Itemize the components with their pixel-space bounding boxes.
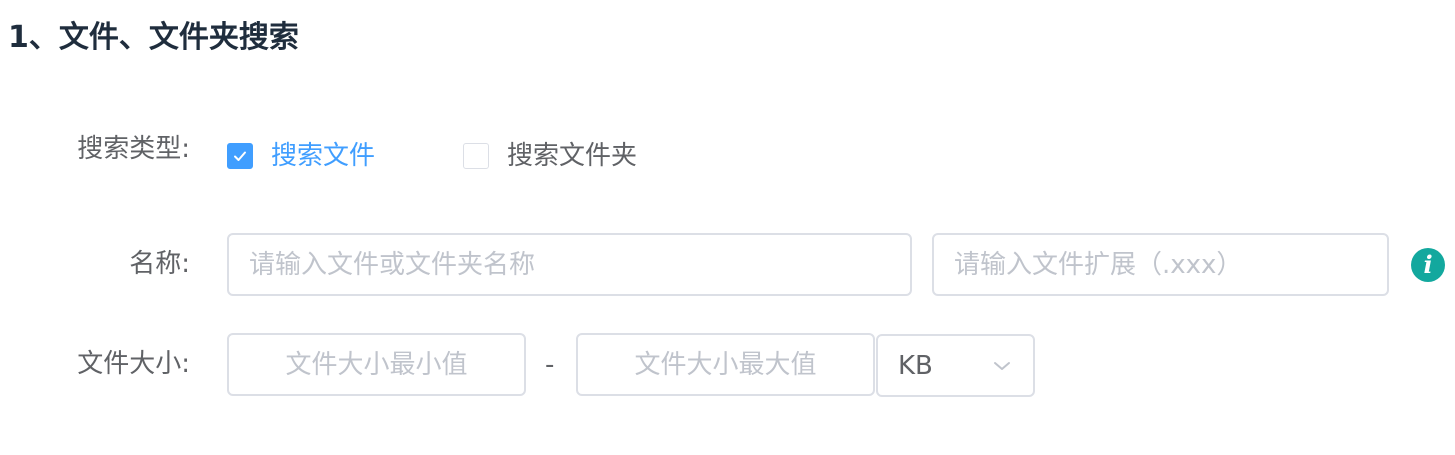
search-files-label: 搜索文件 [271,141,376,171]
checkbox-box-folders[interactable] [463,143,489,169]
checkbox-box-files[interactable] [227,143,253,169]
search-folders-label: 搜索文件夹 [507,141,638,171]
size-unit-value: KB [898,350,933,381]
search-files-checkbox[interactable]: 搜索文件 [227,138,375,174]
extension-input[interactable] [932,233,1389,296]
range-separator: - [545,350,555,380]
size-min-input[interactable] [227,333,526,396]
info-icon[interactable]: i [1411,248,1445,282]
chevron-down-icon [991,355,1013,377]
search-type-label: 搜索类型: [77,134,190,164]
check-icon [234,151,246,161]
name-label: 名称: [129,249,190,279]
search-folders-checkbox[interactable]: 搜索文件夹 [463,138,637,174]
size-unit-select[interactable]: KB [876,334,1035,397]
file-size-label: 文件大小: [77,349,190,379]
name-input[interactable] [227,233,912,296]
size-max-input[interactable] [576,333,875,396]
section-title: 1、文件、文件夹搜索 [8,20,299,55]
